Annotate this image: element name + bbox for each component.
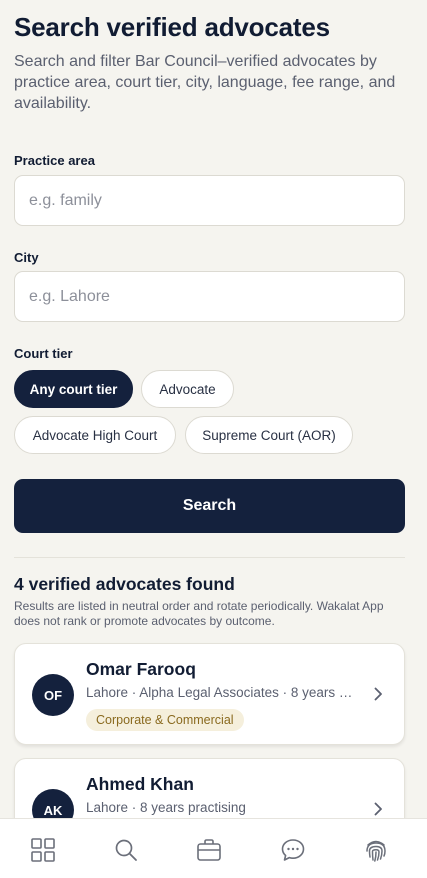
chevron-right-icon <box>374 687 382 701</box>
results-note: Results are listed in neutral order and … <box>14 599 384 628</box>
search-button[interactable]: Search <box>14 479 405 533</box>
chip-advocate[interactable]: Advocate <box>141 370 234 408</box>
grid-icon[interactable] <box>30 837 56 863</box>
city-input[interactable] <box>14 271 405 322</box>
chip-supreme-court-aor[interactable]: Supreme Court (AOR) <box>185 416 353 454</box>
advocate-meta: Lahore · 8 years practising <box>86 800 246 815</box>
chevron-right-icon <box>374 802 382 816</box>
avatar: OF <box>32 674 74 716</box>
main-content: Search verified advocates Search and fil… <box>0 0 427 818</box>
practice-tag: Corporate & Commercial <box>86 709 244 731</box>
page-subtitle: Search and filter Bar Council–verified a… <box>14 53 396 112</box>
advocate-card[interactable]: AK Ahmed Khan Lahore · 8 years practisin… <box>14 758 405 818</box>
page-title: Search verified advocates <box>14 12 330 42</box>
briefcase-icon[interactable] <box>196 837 222 863</box>
advocate-card[interactable]: OF Omar Farooq Lahore · Alpha Legal Asso… <box>14 643 405 745</box>
practice-area-input[interactable] <box>14 175 405 226</box>
chat-icon[interactable] <box>280 837 306 863</box>
chip-any-court-tier[interactable]: Any court tier <box>14 370 133 408</box>
chip-advocate-high-court[interactable]: Advocate High Court <box>14 416 176 454</box>
fingerprint-icon[interactable] <box>363 837 389 863</box>
city-label: City <box>14 250 39 265</box>
advocate-name: Omar Farooq <box>86 659 196 679</box>
bottom-nav <box>0 818 427 878</box>
practice-area-label: Practice area <box>14 153 95 168</box>
advocate-name: Ahmed Khan <box>86 774 194 794</box>
court-tier-label: Court tier <box>14 346 73 361</box>
advocate-meta: Lahore · Alpha Legal Associates · 8 year… <box>86 685 356 700</box>
divider <box>14 557 405 558</box>
search-icon[interactable] <box>113 837 139 863</box>
avatar: AK <box>32 789 74 818</box>
results-heading: 4 verified advocates found <box>14 574 235 594</box>
